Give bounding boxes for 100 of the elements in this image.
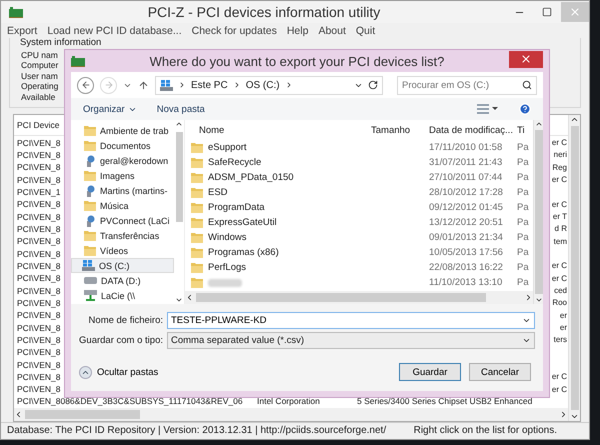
- menu-item[interactable]: Load new PCI ID database...: [47, 24, 182, 37]
- scroll-down-icon: [175, 296, 183, 304]
- nav-item[interactable]: Imagens: [71, 168, 174, 183]
- folder-icon: [191, 217, 203, 228]
- search-icon: [522, 80, 532, 90]
- menu-item[interactable]: Check for updates: [192, 24, 277, 37]
- close-icon: [569, 6, 581, 18]
- file-row[interactable]: ExpressGateUtil 13/12/2012 20:51 Pa: [185, 215, 533, 230]
- file-row[interactable]: SafeRecycle 31/07/2011 21:43 Pa: [185, 155, 533, 170]
- nav-item[interactable]: Vídeos: [71, 243, 174, 258]
- device-name: er C: [552, 372, 567, 382]
- device-id: PCI\VEN_8: [17, 236, 60, 246]
- scroll-left-icon: [185, 293, 194, 302]
- nav-item[interactable]: LaCie (\\: [71, 288, 174, 303]
- filename-combobox[interactable]: TESTE-PPLWARE-KD: [167, 312, 535, 329]
- file-row[interactable]: 11/10/2013 13:10 Pa: [185, 275, 533, 290]
- back-button[interactable]: [77, 76, 94, 94]
- device-id: PCI\VEN_8: [17, 224, 60, 234]
- organize-button[interactable]: Organizar: [83, 104, 137, 114]
- search-box[interactable]: Procurar em OS (C:): [397, 76, 537, 94]
- menu-item[interactable]: Help: [286, 24, 308, 37]
- close-button[interactable]: [509, 50, 543, 68]
- file-row[interactable]: ESD 28/10/2012 17:28 Pa: [185, 185, 533, 200]
- vertical-scrollbar[interactable]: [533, 120, 543, 304]
- folder-icon: [84, 170, 96, 181]
- column-header[interactable]: Nome: [185, 124, 371, 136]
- file-row[interactable]: Windows 09/01/2013 21:34 Pa: [185, 230, 533, 245]
- file-type: Pa: [517, 157, 529, 168]
- nav-item[interactable]: Documentos: [71, 138, 174, 153]
- horizontal-scrollbar[interactable]: [14, 408, 568, 421]
- menu-item[interactable]: About: [318, 24, 346, 37]
- device-id: PCI\VEN_8: [17, 310, 60, 320]
- file-row[interactable]: PerfLogs 22/08/2013 16:22 Pa: [185, 260, 533, 275]
- nav-item[interactable]: DATA (D:): [71, 273, 174, 288]
- new-folder-button[interactable]: Nova pasta: [156, 104, 205, 114]
- column-header[interactable]: Data de modificaç...: [429, 124, 517, 136]
- file-name: Programas (x86): [208, 247, 279, 258]
- menu-item[interactable]: Quit: [356, 24, 376, 37]
- drive-icon: [84, 277, 97, 284]
- nav-item[interactable]: Ambiente de trab: [71, 123, 174, 138]
- file-date: 11/10/2013 13:10: [429, 277, 504, 288]
- scroll-up-icon: [175, 120, 183, 128]
- file-row[interactable]: eSupport 17/11/2010 01:58 Pa: [185, 140, 533, 155]
- info-label: Computer: [21, 60, 58, 71]
- nav-item[interactable]: PVConnect (LaCi: [71, 213, 174, 228]
- help-icon: [519, 103, 531, 115]
- column-header[interactable]: Ti: [517, 124, 529, 136]
- device-id: PCI\VEN_8: [17, 322, 60, 333]
- file-name: ProgramData: [208, 202, 264, 213]
- device-id: PCI\VEN_8: [17, 360, 60, 370]
- device-name: Reg: [552, 162, 567, 172]
- up-button[interactable]: [138, 80, 149, 90]
- vertical-scrollbar[interactable]: [568, 114, 580, 421]
- address-bar[interactable]: Este PC OS (C:): [155, 76, 383, 94]
- file-type: Pa: [517, 142, 529, 153]
- column-header[interactable]: Tamanho: [371, 124, 429, 136]
- file-row[interactable]: Programas (x86) 10/05/2013 17:56 Pa: [185, 245, 533, 260]
- file-date: 09/12/2012 01:45: [429, 202, 504, 213]
- nav-scrollbar[interactable]: [174, 120, 184, 304]
- help-button[interactable]: [519, 103, 531, 115]
- device-id: PCI\VEN_8: [17, 334, 60, 345]
- horizontal-scrollbar[interactable]: [185, 291, 533, 304]
- folder-icon: [191, 247, 203, 258]
- file-row[interactable]: ADSM_PData_0150 27/10/2011 07:44 Pa: [185, 170, 533, 185]
- forward-button[interactable]: [100, 76, 117, 94]
- file-type: Pa: [517, 262, 529, 273]
- breadcrumb-item[interactable]: OS (C:): [246, 80, 280, 90]
- network-share-icon: [84, 154, 96, 166]
- folder-icon: [84, 200, 96, 211]
- file-row[interactable]: ProgramData 09/12/2012 01:45 Pa: [185, 200, 533, 215]
- nav-item[interactable]: Martins (martins-: [71, 183, 174, 198]
- breadcrumb-item[interactable]: Este PC: [191, 80, 228, 90]
- nav-item[interactable]: Transferências: [71, 228, 174, 243]
- file-date: 10/05/2013 17:56: [429, 247, 504, 258]
- folder-icon: [84, 140, 96, 151]
- device-id: PCI\VEN_8: [17, 298, 60, 308]
- device-name: er C: [552, 384, 567, 394]
- view-options-button[interactable]: [477, 104, 499, 114]
- device-id: PCI\VEN_8: [17, 162, 60, 172]
- file-date: 09/01/2013 21:34: [429, 232, 504, 243]
- hide-folders-button[interactable]: Ocultar pastas: [79, 366, 158, 378]
- nav-item[interactable]: OS (C:): [71, 258, 174, 273]
- nav-item[interactable]: geral@kerodown: [71, 153, 174, 168]
- device-name: neri: [554, 150, 567, 160]
- nav-item[interactable]: Música: [71, 198, 174, 213]
- cancel-button[interactable]: Cancelar: [469, 363, 531, 381]
- file-type: Pa: [517, 277, 529, 288]
- column-header[interactable]: PCI Device: [17, 120, 60, 130]
- file-name: SafeRecycle: [208, 157, 262, 168]
- filetype-select[interactable]: Comma separated value (*.csv): [167, 332, 535, 349]
- filename-field[interactable]: TESTE-PPLWARE-KD: [171, 313, 522, 328]
- device-name: er C: [552, 274, 567, 283]
- device-id: PCI\VEN_8: [17, 286, 60, 296]
- device-id: PCI\VEN_8: [17, 138, 60, 148]
- device-id: PCI\VEN_8: [17, 150, 60, 160]
- file-type: Pa: [517, 187, 529, 198]
- device-id: PCI\VEN_8086&DEV_3B3C&SUBSYS_11171043&REV_06: [17, 396, 243, 406]
- menu-item[interactable]: Export: [7, 24, 38, 37]
- save-button[interactable]: Guardar: [399, 363, 461, 381]
- scroll-right-icon: [524, 293, 533, 302]
